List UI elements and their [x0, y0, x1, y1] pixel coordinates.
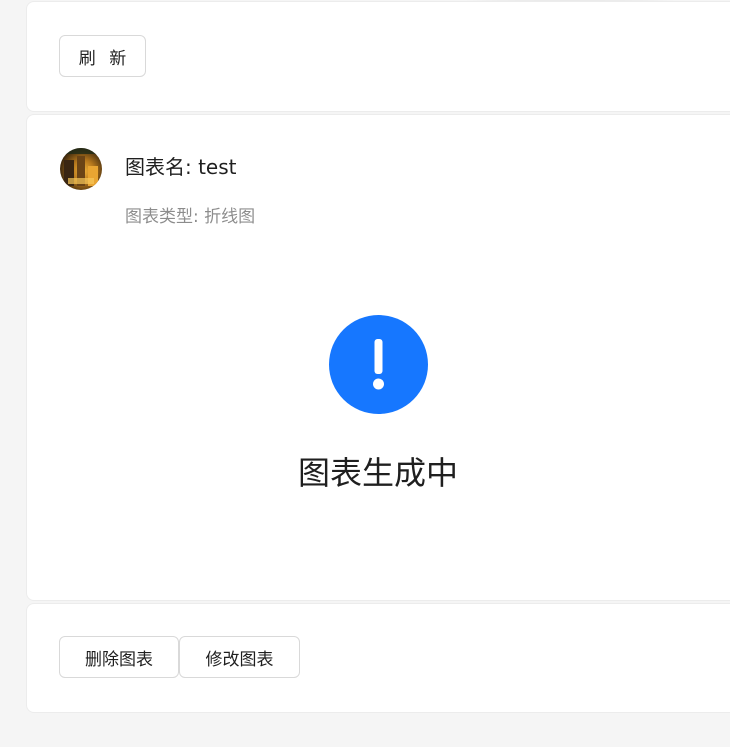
status-title: 图表生成中	[297, 454, 458, 492]
avatar-image	[60, 148, 102, 190]
edit-chart-button[interactable]: 修改图表	[179, 636, 300, 678]
delete-chart-button[interactable]: 删除图表	[59, 636, 179, 678]
exclamation-circle-icon	[329, 315, 428, 414]
chart-type: 图表类型: 折线图	[125, 207, 256, 227]
avatar	[60, 148, 102, 190]
refresh-button[interactable]: 刷 新	[59, 35, 146, 77]
chart-name: 图表名: test	[125, 155, 237, 179]
